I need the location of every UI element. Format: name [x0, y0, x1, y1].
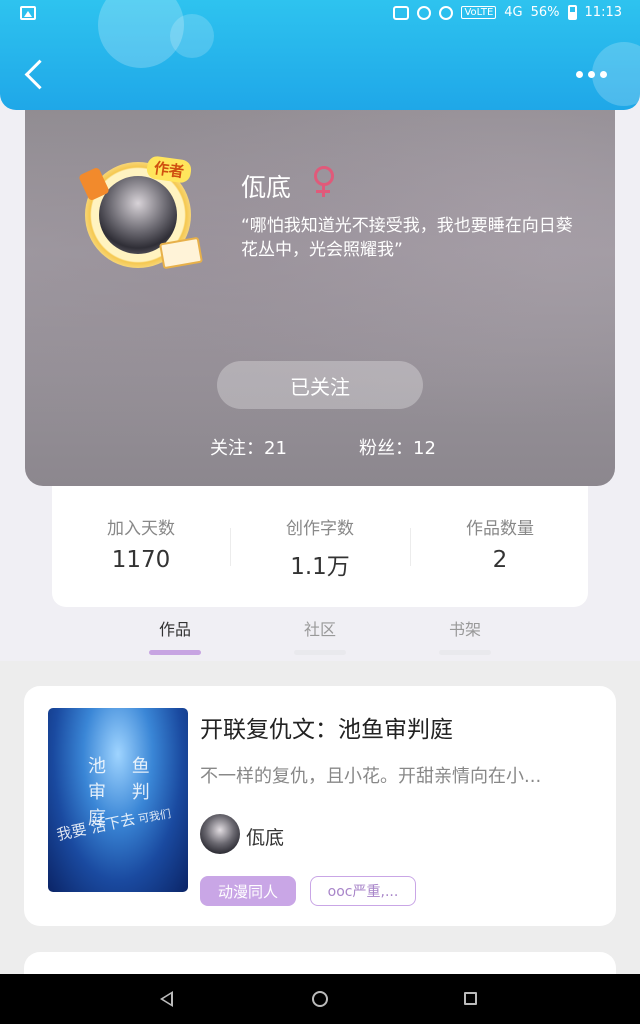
- stat-value: 1170: [111, 547, 171, 573]
- fans-count[interactable]: 粉丝：12: [359, 434, 436, 460]
- wifi-icon: [439, 5, 454, 20]
- following-count[interactable]: 关注：21: [210, 434, 287, 460]
- battery-percent: 56%: [530, 5, 560, 20]
- stat-label: 创作字数: [286, 519, 354, 539]
- stats-card: 加入天数 1170 创作字数 1.1万 作品数量 2: [52, 486, 588, 607]
- dot-icon: [588, 70, 595, 78]
- stat-word-count: 创作字数 1.1万: [231, 514, 409, 581]
- tab-label: 社区: [303, 620, 336, 639]
- followed-button[interactable]: 已关注: [217, 361, 423, 409]
- network-type: 4G: [504, 5, 523, 20]
- tab-label: 书架: [448, 620, 481, 639]
- stat-value: 1.1万: [290, 554, 350, 580]
- author-avatar-frame[interactable]: 作者: [77, 154, 203, 276]
- clock: 11:13: [584, 5, 622, 20]
- book-cover[interactable]: 池 鱼 审 判 庭 我要 活下去 可我们: [48, 708, 188, 892]
- avatar[interactable]: [200, 814, 240, 854]
- tab-indicator: [294, 650, 346, 655]
- nav-home-icon[interactable]: [312, 991, 328, 1007]
- tab-indicator: [439, 650, 491, 655]
- book-icon: [159, 236, 203, 270]
- work-title[interactable]: 开联复仇文：池鱼审判庭: [200, 710, 453, 744]
- dot-icon: [576, 70, 583, 78]
- tab-community[interactable]: 社区: [280, 616, 360, 655]
- profile-tabs: 作品 社区 书架: [0, 614, 640, 660]
- vibrate-icon: [393, 5, 410, 20]
- nav-recents-icon[interactable]: [464, 992, 477, 1005]
- cover-text: 池 鱼: [88, 756, 160, 777]
- work-author-name[interactable]: 佤底: [246, 823, 284, 850]
- dot-icon: [600, 70, 607, 78]
- tag-chip[interactable]: 动漫同人: [200, 876, 296, 906]
- status-bar: VoLTE 4G 56% 11:13: [0, 0, 640, 28]
- user-motto: “哪怕我知道光不接受我，我也要睡在向日葵花丛中，光会照耀我”: [241, 216, 573, 260]
- female-icon: [311, 164, 337, 198]
- profile-card: 作者 佤底 “哪怕我知道光不接受我，我也要睡在向日葵花丛中，光会照耀我” 已关注…: [25, 96, 615, 486]
- work-card[interactable]: 池 鱼 审 判 庭 我要 活下去 可我们 开联复仇文：池鱼审判庭 不一样的复仇，…: [24, 686, 616, 926]
- tab-indicator: [149, 650, 201, 655]
- nav-back-icon[interactable]: [160, 991, 173, 1007]
- system-nav-bar: [0, 974, 640, 1024]
- stat-label: 作品数量: [466, 519, 534, 539]
- gallery-notification-icon: [20, 6, 36, 20]
- stat-label: 加入天数: [107, 519, 175, 539]
- stat-join-days: 加入天数 1170: [52, 514, 230, 573]
- volte-indicator: VoLTE: [461, 6, 497, 19]
- alarm-icon: [417, 5, 432, 20]
- tab-works[interactable]: 作品: [135, 616, 215, 655]
- work-description: 不一样的复仇，且小花。开甜亲情向在小...: [200, 766, 542, 787]
- tab-bookshelf[interactable]: 书架: [425, 616, 505, 655]
- tag-chip[interactable]: ooc严重,...: [310, 876, 416, 906]
- more-options-button[interactable]: [576, 64, 612, 84]
- tab-label: 作品: [158, 620, 191, 639]
- top-bar: VoLTE 4G 56% 11:13: [0, 0, 640, 110]
- user-name: 佤底: [241, 173, 292, 202]
- battery-icon: [567, 5, 577, 20]
- back-button[interactable]: [20, 56, 48, 92]
- stat-works-count: 作品数量 2: [411, 514, 589, 573]
- stat-value: 2: [492, 547, 508, 573]
